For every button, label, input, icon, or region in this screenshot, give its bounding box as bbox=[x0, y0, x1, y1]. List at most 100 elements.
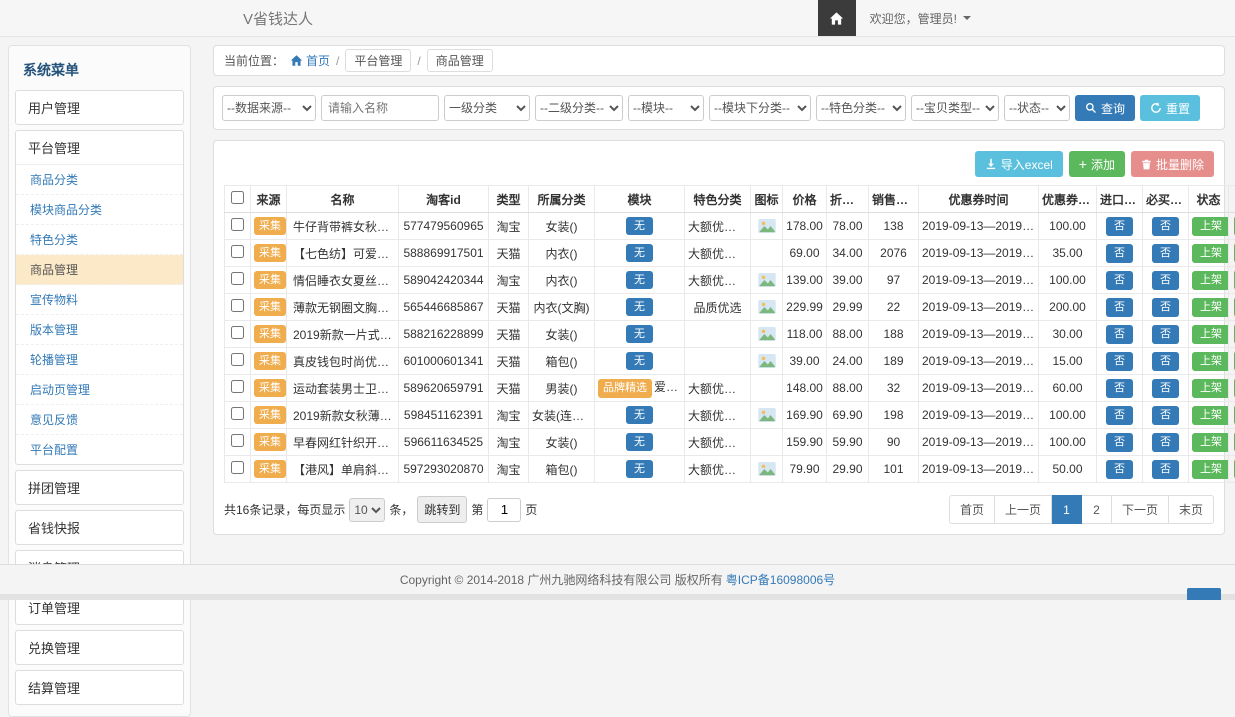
row-checkbox[interactable] bbox=[231, 407, 244, 420]
sidebar-section-groupbuy[interactable]: 拼团管理 bbox=[16, 471, 183, 504]
sidebar-item-product-management[interactable]: 商品管理 bbox=[16, 255, 183, 285]
table-row: 采集早春网红针织开衫女春...596611634525淘宝女装()无大额优惠券1… bbox=[225, 429, 1235, 456]
must-buy-toggle-button[interactable]: 否 bbox=[1152, 271, 1179, 290]
level1-category-select[interactable]: 一级分类 bbox=[444, 95, 530, 121]
name-input[interactable] bbox=[321, 95, 439, 121]
status-button[interactable]: 上架 bbox=[1192, 325, 1229, 344]
sidebar-section-exchange[interactable]: 兑换管理 bbox=[16, 631, 183, 664]
sidebar-item-version-management[interactable]: 版本管理 bbox=[16, 315, 183, 345]
select-all-checkbox[interactable] bbox=[231, 191, 244, 204]
module-cell: 无 bbox=[595, 348, 685, 375]
import-select-toggle-button[interactable]: 否 bbox=[1106, 244, 1133, 263]
per-page-select[interactable]: 10 bbox=[349, 498, 385, 522]
sidebar-item-platform-config[interactable]: 平台配置 bbox=[16, 435, 183, 464]
status-button[interactable]: 上架 bbox=[1192, 379, 1229, 398]
page-button-1[interactable]: 1 bbox=[1052, 495, 1082, 524]
sidebar-section-user[interactable]: 用户管理 bbox=[16, 91, 183, 124]
item-type-select[interactable]: --宝贝类型-- bbox=[911, 95, 999, 121]
row-checkbox[interactable] bbox=[231, 434, 244, 447]
sidebar-item-splash-management[interactable]: 启动页管理 bbox=[16, 375, 183, 405]
sidebar-section-platform[interactable]: 平台管理 bbox=[16, 131, 183, 164]
import-select-toggle-button[interactable]: 否 bbox=[1106, 271, 1133, 290]
sidebar-item-carousel-management[interactable]: 轮播管理 bbox=[16, 345, 183, 375]
breadcrumb-item-platform[interactable]: 平台管理 bbox=[345, 49, 411, 72]
must-buy-toggle-button[interactable]: 否 bbox=[1152, 217, 1179, 236]
import-select-toggle-button[interactable]: 否 bbox=[1106, 379, 1133, 398]
sidebar-item-product-category[interactable]: 商品分类 bbox=[16, 165, 183, 195]
row-checkbox[interactable] bbox=[231, 380, 244, 393]
page-button-prev[interactable]: 上一页 bbox=[995, 495, 1052, 524]
sidebar-item-feedback[interactable]: 意见反馈 bbox=[16, 405, 183, 435]
sidebar-section-saving-news[interactable]: 省钱快报 bbox=[16, 511, 183, 544]
jump-button[interactable]: 跳转到 bbox=[417, 496, 467, 523]
icon-cell bbox=[751, 213, 783, 240]
icp-link[interactable]: 粤ICP备16098006号 bbox=[726, 571, 835, 588]
page-button-2[interactable]: 2 bbox=[1082, 495, 1112, 524]
page-button-last[interactable]: 末页 bbox=[1169, 495, 1214, 524]
row-checkbox[interactable] bbox=[231, 272, 244, 285]
import-select-toggle-button[interactable]: 否 bbox=[1106, 298, 1133, 317]
user-menu[interactable]: 欢迎您，管理员! bbox=[856, 0, 985, 36]
sidebar-item-feature-category[interactable]: 特色分类 bbox=[16, 225, 183, 255]
row-checkbox[interactable] bbox=[231, 245, 244, 258]
breadcrumb-home-link[interactable]: 首页 bbox=[290, 52, 330, 69]
status-button[interactable]: 上架 bbox=[1192, 298, 1229, 317]
jump-page-input[interactable] bbox=[487, 498, 521, 522]
reset-button[interactable]: 重置 bbox=[1140, 95, 1200, 121]
status-button[interactable]: 上架 bbox=[1192, 352, 1229, 371]
level2-category-select[interactable]: --二级分类-- bbox=[535, 95, 623, 121]
must-buy-toggle-button[interactable]: 否 bbox=[1152, 460, 1179, 479]
import-select-toggle-button[interactable]: 否 bbox=[1106, 325, 1133, 344]
add-button[interactable]: + 添加 bbox=[1069, 151, 1125, 177]
import-select-toggle-button[interactable]: 否 bbox=[1106, 406, 1133, 425]
import-select-toggle-button[interactable]: 否 bbox=[1106, 352, 1133, 371]
must-buy-toggle-button[interactable]: 否 bbox=[1152, 406, 1179, 425]
status-button[interactable]: 上架 bbox=[1192, 244, 1229, 263]
import-excel-button[interactable]: 导入excel bbox=[975, 151, 1063, 177]
ops-cell bbox=[1229, 375, 1235, 402]
status-button[interactable]: 上架 bbox=[1192, 433, 1229, 452]
status-button[interactable]: 上架 bbox=[1192, 217, 1229, 236]
copyright-text: Copyright © 2014-2018 广州九驰网络科技有限公司 版权所有 bbox=[400, 571, 723, 588]
source-cell: 采集 bbox=[251, 240, 287, 267]
row-checkbox[interactable] bbox=[231, 461, 244, 474]
search-button[interactable]: 查询 bbox=[1075, 95, 1135, 121]
sidebar-section-settlement[interactable]: 结算管理 bbox=[16, 671, 183, 704]
page-button-next[interactable]: 下一页 bbox=[1112, 495, 1169, 524]
sidebar-item-module-product-category[interactable]: 模块商品分类 bbox=[16, 195, 183, 225]
import-select-toggle-button[interactable]: 否 bbox=[1106, 460, 1133, 479]
import-select-toggle-button[interactable]: 否 bbox=[1106, 433, 1133, 452]
table-row: 采集薄款无钢圈文胸聚拢性...565446685867天猫内衣(文胸)无品质优选… bbox=[225, 294, 1235, 321]
status-button[interactable]: 上架 bbox=[1192, 460, 1229, 479]
row-checkbox[interactable] bbox=[231, 218, 244, 231]
row-checkbox[interactable] bbox=[231, 326, 244, 339]
batch-delete-button[interactable]: 批量删除 bbox=[1131, 151, 1214, 177]
coupon-amount-cell: 100.00 bbox=[1039, 213, 1097, 240]
status-cell: 上架 bbox=[1189, 213, 1229, 240]
page-button-first[interactable]: 首页 bbox=[949, 495, 995, 524]
module-subcategory-select[interactable]: --模块下分类-- bbox=[709, 95, 811, 121]
must-buy-toggle-button[interactable]: 否 bbox=[1152, 244, 1179, 263]
column-header: 类型 bbox=[489, 186, 529, 213]
column-header: 折后价 bbox=[827, 186, 869, 213]
feature-category-select[interactable]: --特色分类-- bbox=[816, 95, 906, 121]
status-button[interactable]: 上架 bbox=[1192, 271, 1229, 290]
data-source-select[interactable]: --数据来源-- bbox=[222, 95, 316, 121]
feature-cell: 大额优惠券 bbox=[685, 267, 751, 294]
must-buy-toggle-button[interactable]: 否 bbox=[1152, 379, 1179, 398]
must-buy-toggle-button[interactable]: 否 bbox=[1152, 298, 1179, 317]
must-buy-toggle-button[interactable]: 否 bbox=[1152, 325, 1179, 344]
row-checkbox[interactable] bbox=[231, 353, 244, 366]
horizontal-scrollbar[interactable] bbox=[0, 594, 1235, 600]
import-select-toggle-button[interactable]: 否 bbox=[1106, 217, 1133, 236]
sidebar-item-promo-material[interactable]: 宣传物料 bbox=[16, 285, 183, 315]
status-select[interactable]: --状态-- bbox=[1004, 95, 1070, 121]
home-button[interactable] bbox=[818, 0, 856, 36]
status-button[interactable]: 上架 bbox=[1192, 406, 1229, 425]
must-buy-toggle-button[interactable]: 否 bbox=[1152, 352, 1179, 371]
module-select[interactable]: --模块-- bbox=[628, 95, 704, 121]
row-checkbox[interactable] bbox=[231, 299, 244, 312]
type-cell: 天猫 bbox=[489, 294, 529, 321]
back-to-top-button[interactable] bbox=[1187, 588, 1221, 600]
must-buy-toggle-button[interactable]: 否 bbox=[1152, 433, 1179, 452]
